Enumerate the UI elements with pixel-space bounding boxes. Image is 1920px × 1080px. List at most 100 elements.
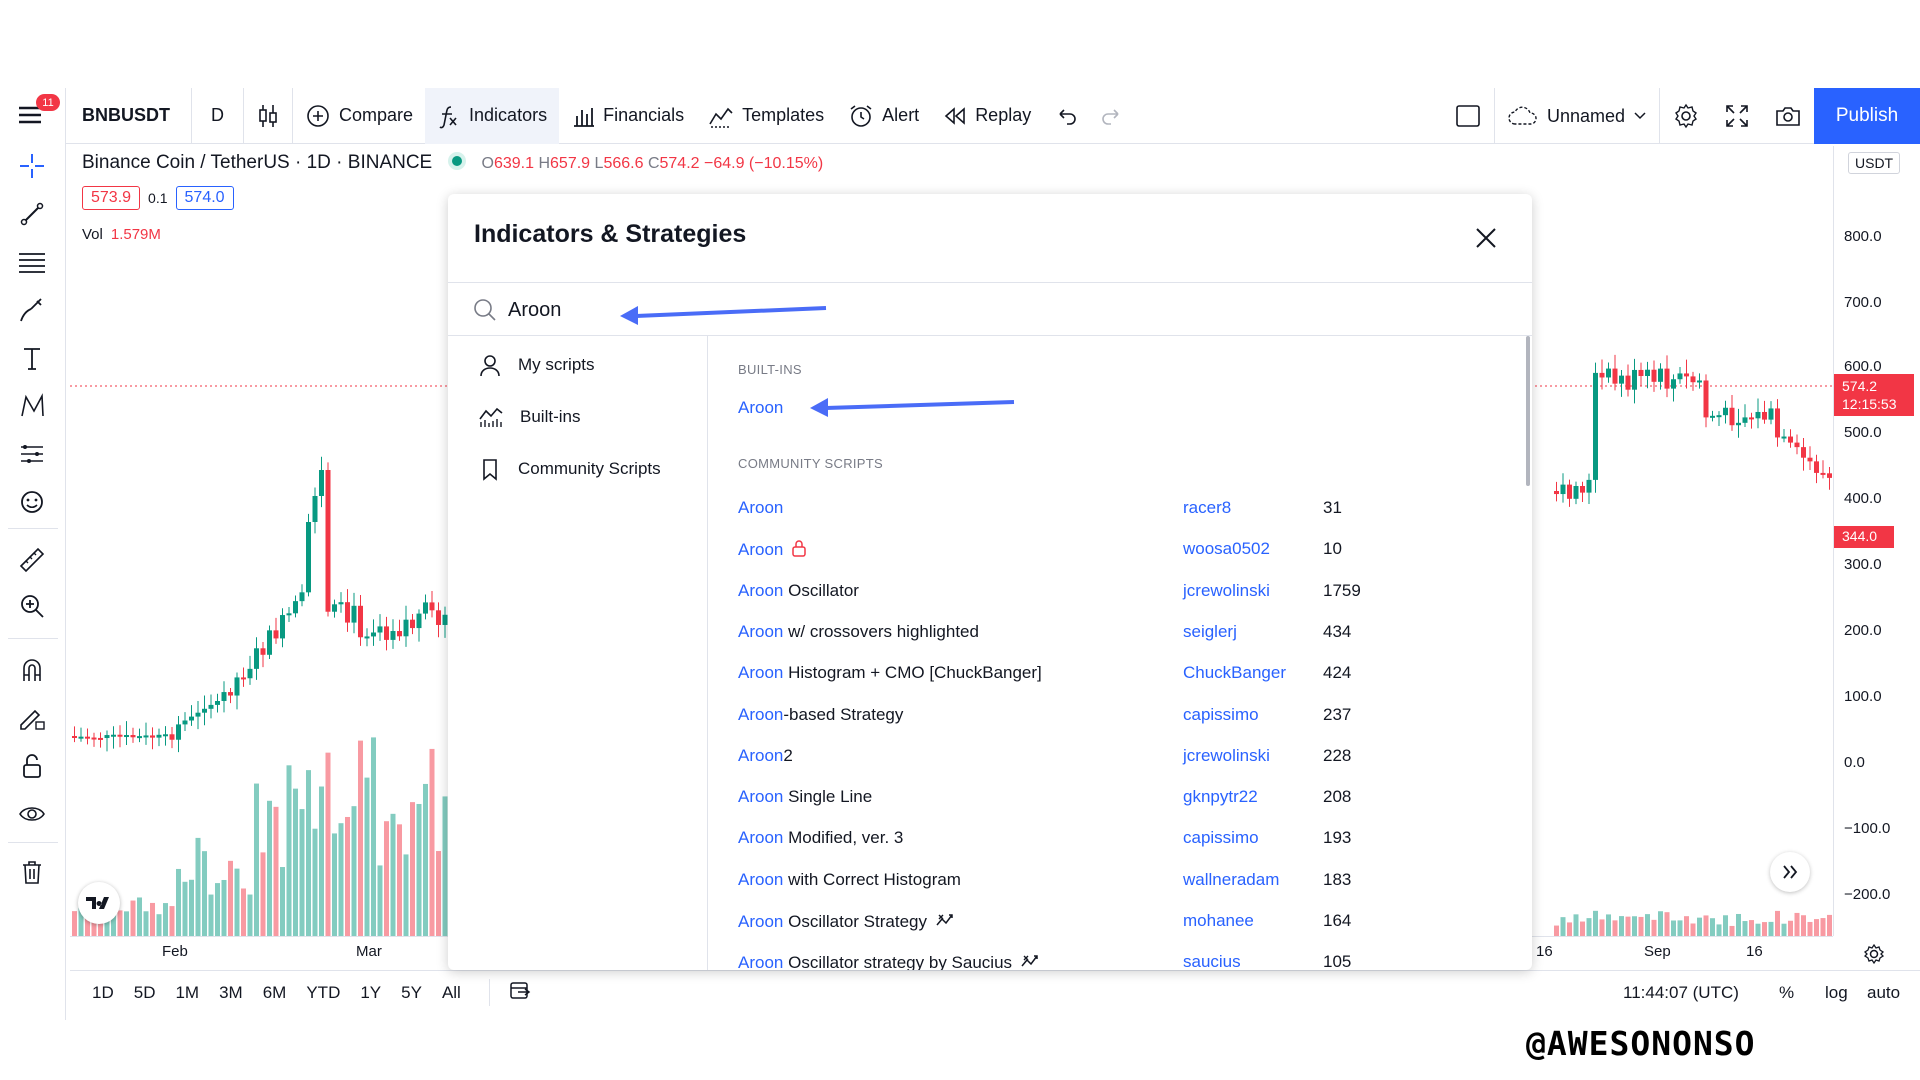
interval-button[interactable]: D [192, 87, 244, 144]
tradingview-logo[interactable] [78, 882, 120, 924]
close-button[interactable] [1472, 224, 1500, 252]
candle-body [1606, 368, 1611, 378]
result-author[interactable]: jcrewolinski [1183, 746, 1270, 766]
result-author[interactable]: racer8 [1183, 498, 1231, 518]
scale-settings-button[interactable] [1862, 942, 1886, 971]
layout-name-button[interactable]: Unnamed [1495, 88, 1660, 144]
result-author[interactable]: gknpytr22 [1183, 787, 1258, 807]
result-likes-count: 208 [1323, 787, 1352, 807]
financials-button[interactable]: Financials [559, 88, 696, 144]
measure-tool[interactable] [14, 542, 50, 578]
range-all[interactable]: All [432, 983, 471, 1003]
select-layout-button[interactable] [1442, 88, 1495, 144]
undo-button[interactable] [1043, 88, 1089, 144]
symbol-search-button[interactable]: BNBUSDT [66, 87, 192, 144]
templates-button[interactable]: Templates [696, 88, 836, 144]
result-author[interactable]: saucius [1183, 952, 1241, 970]
percent-toggle[interactable]: % [1779, 983, 1794, 1003]
community-result-item[interactable]: Aroon-based Strategy capissimo 237 [738, 695, 1498, 735]
community-result-item[interactable]: Aroon w/ crossovers highlighted seiglerj 4… [738, 612, 1498, 652]
sidebar-item-built-ins[interactable]: Built-ins [478, 400, 580, 434]
compare-button[interactable]: Compare [293, 88, 425, 144]
result-author[interactable]: wallneradam [1183, 870, 1279, 890]
brush-tool[interactable] [14, 292, 50, 328]
price-scale[interactable]: USDT 800.0 700.0 600.0 500.0 400.0 300.0… [1833, 146, 1920, 936]
community-result-item[interactable]: Aroon Single Line gknpytr22 208 [738, 777, 1498, 817]
result-author[interactable]: woosa0502 [1183, 539, 1270, 559]
result-author[interactable]: seiglerj [1183, 622, 1237, 642]
community-result-item[interactable]: Aroon Oscillator jcrewolinski 1759 [738, 571, 1498, 611]
results-scrollbar[interactable] [1526, 336, 1530, 486]
redo-button[interactable] [1089, 88, 1135, 144]
fib-tool[interactable] [14, 244, 50, 280]
price-tick: 0.0 [1844, 754, 1865, 771]
range-1y[interactable]: 1Y [350, 983, 391, 1003]
result-author[interactable]: mohanee [1183, 911, 1254, 931]
volume-bar [1664, 912, 1670, 936]
result-author[interactable]: jcrewolinski [1183, 581, 1270, 601]
zoom-tool[interactable] [14, 588, 50, 624]
hide-drawings-tool[interactable] [14, 796, 50, 832]
result-author[interactable]: ChuckBanger [1183, 663, 1286, 683]
icon-tool[interactable] [14, 484, 50, 520]
community-result-item[interactable]: Aroon woosa0502 10 [738, 529, 1498, 569]
volume-bar [293, 788, 298, 936]
prediction-tool[interactable] [14, 436, 50, 472]
sidebar-item-community-scripts[interactable]: Community Scripts [478, 452, 661, 486]
drawing-mode-tool[interactable] [14, 700, 50, 736]
timezone-clock[interactable]: 11:44:07 (UTC) [1623, 983, 1739, 1003]
replay-button[interactable]: Replay [931, 88, 1043, 144]
community-result-item[interactable]: Aroon2 jcrewolinski 228 [738, 736, 1498, 776]
buy-price-button[interactable]: 574.0 [175, 186, 234, 210]
text-tool[interactable] [14, 340, 50, 376]
sell-price-button[interactable]: 573.9 [82, 186, 141, 210]
auto-toggle[interactable]: auto [1867, 983, 1900, 1003]
volume-bar [260, 852, 266, 936]
candle-body [390, 631, 396, 640]
goto-date-button[interactable] [488, 979, 532, 1006]
pattern-tool[interactable] [14, 388, 50, 424]
square-icon [1456, 105, 1480, 127]
scroll-to-realtime-button[interactable] [1770, 852, 1810, 892]
range-5d[interactable]: 5D [124, 983, 166, 1003]
section-header-built-ins: BUILT-INS [738, 362, 802, 377]
range-3m[interactable]: 3M [209, 983, 253, 1003]
community-result-item[interactable]: Aroon Histogram + CMO [ChuckBanger] Chuck… [738, 653, 1498, 693]
trendline-tool[interactable] [14, 196, 50, 232]
lock-drawings-tool[interactable] [14, 748, 50, 784]
lock-icon [792, 540, 807, 558]
chart-style-button[interactable] [244, 87, 293, 144]
settings-button[interactable] [1660, 88, 1712, 144]
result-author[interactable]: capissimo [1183, 705, 1259, 725]
fullscreen-button[interactable] [1712, 88, 1762, 144]
result-author[interactable]: capissimo [1183, 828, 1259, 848]
crosshair-tool[interactable] [14, 148, 50, 184]
volume-bar [286, 765, 292, 936]
volume-bar [429, 748, 435, 936]
community-result-item[interactable]: Aroon racer8 31 [738, 488, 1498, 528]
series-legend[interactable]: Binance Coin / TetherUS · 1D · BINANCE O… [82, 152, 823, 174]
remove-drawings-tool[interactable] [14, 854, 50, 890]
sidebar-item-my-scripts[interactable]: My scripts [478, 348, 595, 382]
alert-button[interactable]: Alert [836, 88, 931, 144]
range-1m[interactable]: 1M [165, 983, 209, 1003]
magnet-tool[interactable] [14, 652, 50, 688]
snapshot-button[interactable] [1762, 88, 1814, 144]
publish-button[interactable]: Publish [1814, 88, 1920, 144]
range-ytd[interactable]: YTD [296, 983, 350, 1003]
volume-bar [1671, 920, 1676, 936]
community-result-item[interactable]: Aroon Modified, ver. 3 capissimo 193 [738, 818, 1498, 858]
range-1d[interactable]: 1D [82, 983, 124, 1003]
currency-label[interactable]: USDT [1848, 152, 1901, 174]
volume-bar [124, 911, 129, 936]
community-result-item[interactable]: Aroon Oscillator Strategy mohanee 164 [738, 901, 1498, 941]
range-5y[interactable]: 5Y [391, 983, 432, 1003]
community-result-item[interactable]: Aroon Oscillator strategy by Saucius sauc… [738, 942, 1498, 970]
volume-legend[interactable]: Vol 1.579M [82, 226, 161, 243]
indicators-button[interactable]: Indicators [425, 87, 560, 144]
result-name-match: Aroon [738, 580, 784, 600]
log-toggle[interactable]: log [1825, 983, 1848, 1003]
candle-body [1638, 369, 1644, 377]
range-6m[interactable]: 6M [253, 983, 297, 1003]
community-result-item[interactable]: Aroon with Correct Histogram wallneradam 1… [738, 860, 1498, 900]
